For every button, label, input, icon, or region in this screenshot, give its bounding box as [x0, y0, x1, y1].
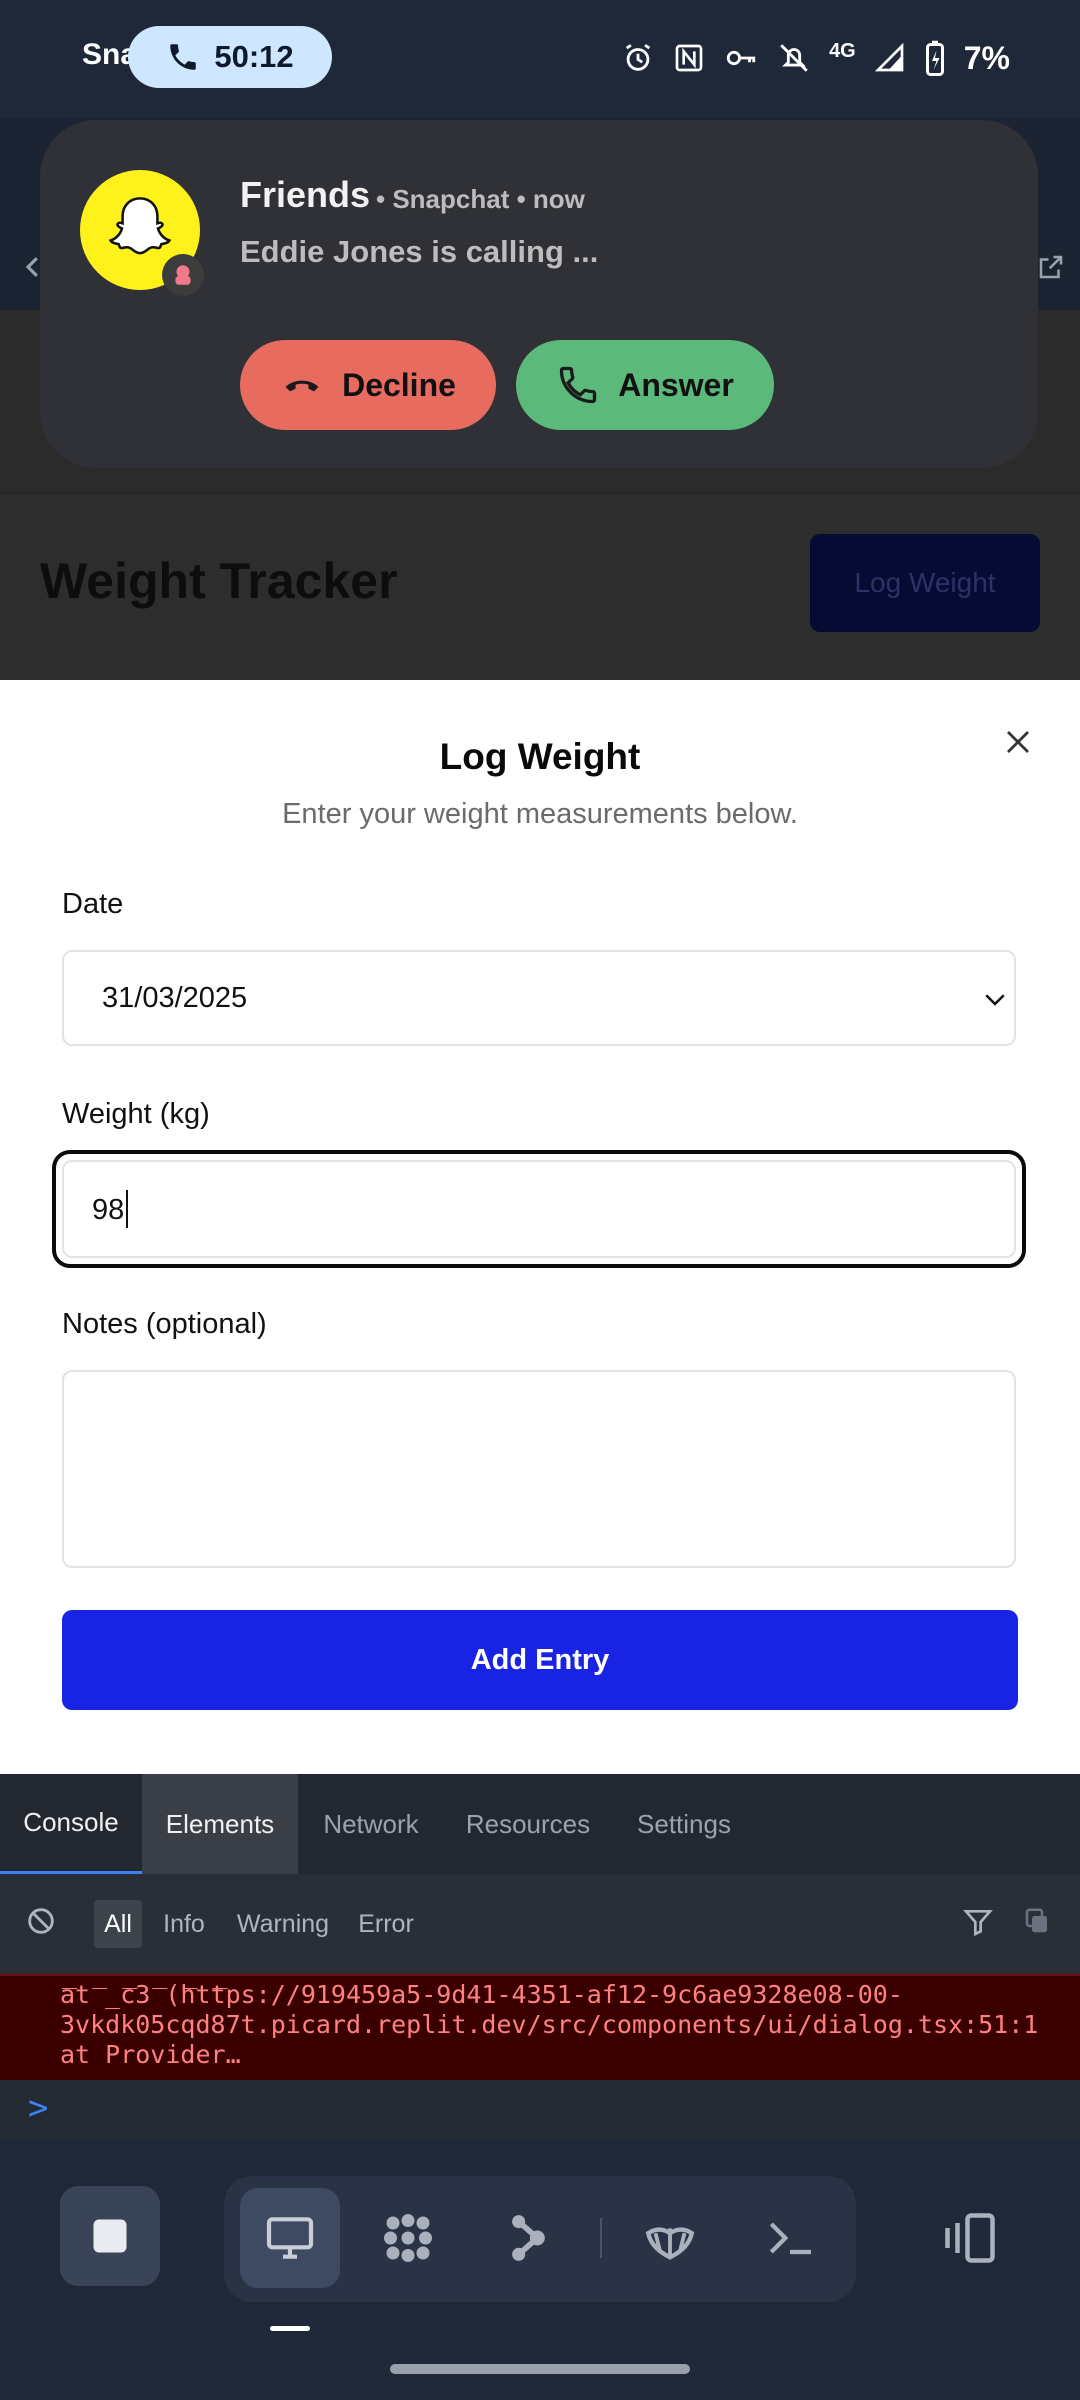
notes-label: Notes (optional)	[62, 1308, 267, 1340]
answer-call-button[interactable]: Answer	[516, 340, 774, 430]
filter-button[interactable]	[962, 1906, 994, 1943]
terminal-tool-button[interactable]	[740, 2188, 840, 2288]
home-indicator[interactable]	[390, 2364, 690, 2374]
share-icon	[512, 2215, 545, 2261]
error-line: at _c3 (https://919459a5-9d41-4351-af12-…	[60, 1980, 903, 2009]
console-error-entry: _ _ _ _ _ _ at _c3 (https://919459a5-9d4…	[0, 1974, 1080, 2082]
text-caret	[126, 1190, 128, 1228]
hang-up-icon	[285, 380, 319, 392]
dialog-title: Log Weight	[439, 736, 641, 777]
clear-console-button[interactable]	[24, 1904, 58, 1943]
status-icons: 4G 7%	[621, 36, 1010, 80]
date-label: Date	[62, 888, 124, 920]
date-value: 31/03/2025	[102, 982, 248, 1014]
nfc-icon	[675, 44, 703, 72]
answer-label: Answer	[618, 366, 734, 403]
alarm-icon	[625, 44, 651, 71]
level-all[interactable]: All	[94, 1900, 142, 1948]
battery-charging-icon	[925, 40, 944, 76]
close-dialog-button[interactable]	[996, 720, 1040, 764]
battery-percent: 7%	[963, 39, 1010, 76]
notification-title: Friends	[240, 174, 371, 215]
level-error[interactable]: Error	[352, 1900, 420, 1948]
bitmoji-badge-icon	[175, 265, 191, 285]
tab-settings[interactable]: Settings	[612, 1774, 756, 1874]
level-warning[interactable]: Warning	[228, 1900, 338, 1948]
chevron-down-icon	[980, 984, 1010, 1019]
shell-tool-button[interactable]	[620, 2188, 720, 2288]
weight-value: 98	[92, 1194, 125, 1226]
vpn-key-icon	[726, 50, 756, 66]
prompt-chevron-icon: >	[28, 2088, 49, 2128]
open-external-icon	[1039, 255, 1063, 279]
add-entry-button[interactable]: Add Entry	[62, 1610, 1018, 1710]
filter-icon	[963, 1910, 993, 1937]
copy-icon	[1025, 1908, 1047, 1933]
shell-icon	[645, 2227, 695, 2260]
page-title: Weight Tracker	[40, 553, 398, 609]
notification-meta: • Snapchat • now	[376, 184, 585, 214]
block-icon	[28, 1908, 54, 1934]
notification-body: Eddie Jones is calling ...	[240, 234, 599, 269]
weight-input[interactable]	[62, 1160, 1016, 1258]
dialog-subtitle: Enter your weight measurements below.	[282, 798, 798, 830]
share-tool-button[interactable]	[478, 2188, 578, 2288]
log-weight-button[interactable]: Log Weight	[810, 534, 1040, 632]
notes-textarea[interactable]	[62, 1370, 1016, 1568]
console-input[interactable]	[0, 2080, 1080, 2140]
tab-console[interactable]: Console	[0, 1774, 142, 1874]
do-not-disturb-icon	[780, 44, 808, 72]
avatar-badge	[162, 254, 204, 296]
stop-icon	[93, 2219, 127, 2253]
toolbar-divider	[600, 2218, 602, 2258]
agents-icon	[384, 2214, 432, 2262]
close-icon	[1007, 731, 1029, 753]
network-type: 4G	[829, 39, 856, 62]
stop-button[interactable]	[60, 2186, 160, 2286]
call-timer: 50:12	[214, 39, 294, 74]
agents-tool-button[interactable]	[358, 2188, 458, 2288]
copy-button[interactable]	[1022, 1906, 1052, 1941]
weight-label: Weight (kg)	[62, 1098, 210, 1130]
snapchat-ghost-icon	[108, 197, 172, 255]
error-line: at Provider…	[60, 2040, 241, 2069]
split-view-button[interactable]	[920, 2188, 1020, 2288]
decline-call-button[interactable]: Decline	[240, 340, 496, 430]
level-info[interactable]: Info	[156, 1900, 212, 1948]
terminal-icon	[769, 2222, 811, 2255]
ongoing-call-pill[interactable]: 50:12	[128, 26, 332, 88]
decline-label: Decline	[342, 366, 456, 403]
tab-elements[interactable]: Elements	[142, 1774, 298, 1874]
signal-icon	[874, 42, 904, 72]
split-view-icon	[945, 2213, 995, 2263]
tab-resources[interactable]: Resources	[444, 1774, 612, 1874]
active-tool-indicator	[270, 2326, 310, 2331]
desktop-icon	[266, 2217, 314, 2259]
phone-icon	[170, 44, 197, 70]
error-line: 3vkdk05cqd87t.picard.replit.dev/src/comp…	[60, 2010, 1039, 2039]
phone-icon	[560, 366, 597, 404]
desktop-tool-button[interactable]	[240, 2188, 340, 2288]
tab-network[interactable]: Network	[298, 1774, 444, 1874]
